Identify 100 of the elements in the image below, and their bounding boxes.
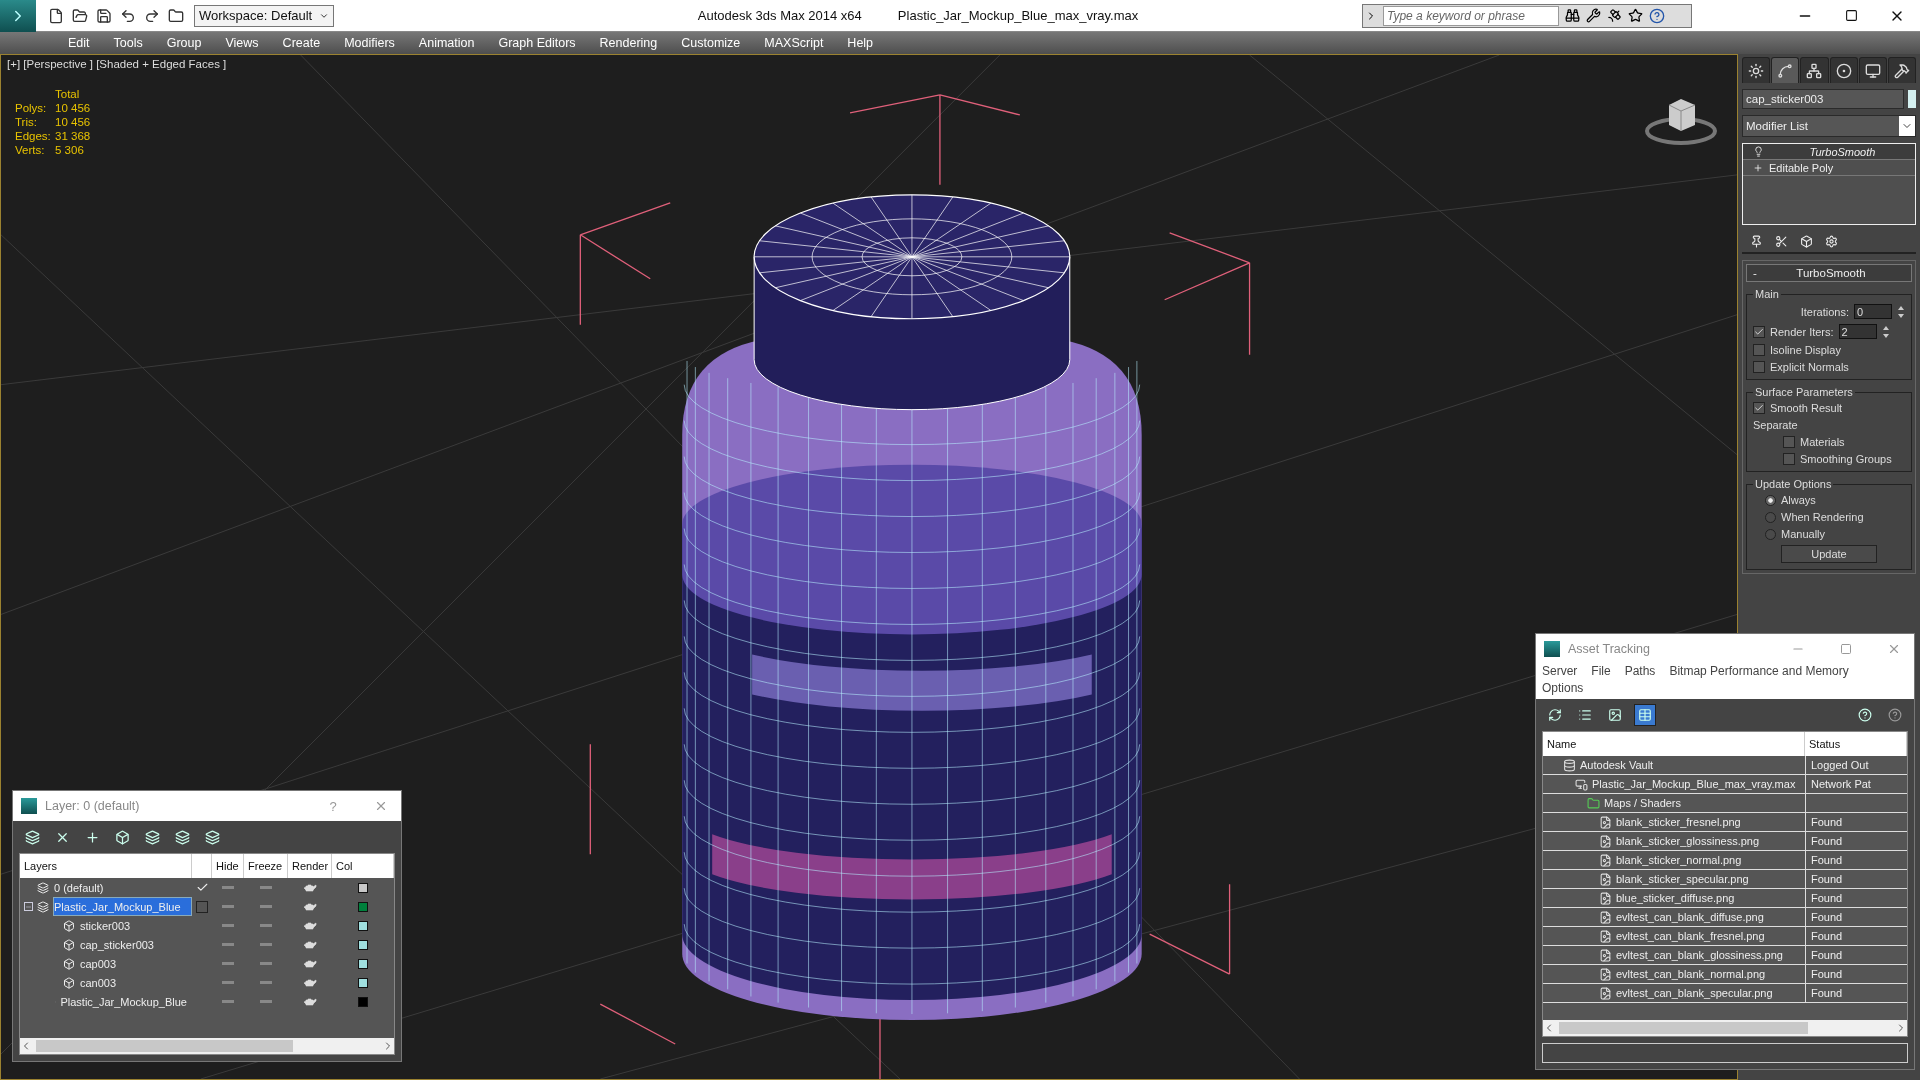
checkbox[interactable] <box>1783 436 1795 448</box>
plus-icon[interactable] <box>1753 162 1763 173</box>
menu-item[interactable]: Tools <box>101 36 155 50</box>
layer-color-swatch[interactable] <box>358 996 368 1007</box>
column-header[interactable]: Freeze <box>244 854 288 878</box>
checkbox[interactable] <box>1753 325 1765 338</box>
layer-item[interactable]: Plastic_Jar_Mockup_Blue <box>53 897 192 916</box>
save-icon[interactable] <box>96 7 112 24</box>
column-header[interactable]: Name <box>1543 732 1805 756</box>
layers-icon[interactable] <box>144 829 160 845</box>
checkbox[interactable] <box>196 900 208 913</box>
add-icon[interactable] <box>84 829 100 845</box>
teapot-icon[interactable] <box>303 958 317 969</box>
teapot-icon[interactable] <box>303 939 317 950</box>
stack-item[interactable]: Editable Poly <box>1743 160 1915 176</box>
spinner-arrows-icon[interactable] <box>1881 324 1890 339</box>
radio-button[interactable] <box>1765 494 1776 506</box>
spinner-arrows-icon[interactable] <box>1897 304 1905 319</box>
viewport-label[interactable]: [+] [Perspective ] [Shaded + Edged Faces ] <box>7 58 227 70</box>
menu-item[interactable]: Paths <box>1624 664 1656 678</box>
layer-color-swatch[interactable] <box>358 977 368 988</box>
checkbox[interactable] <box>1783 453 1795 465</box>
menu-item[interactable]: Create <box>270 36 333 50</box>
menu-item[interactable]: Help <box>835 36 886 50</box>
menu-item[interactable]: Server <box>1542 664 1578 678</box>
column-header[interactable]: Status <box>1805 732 1907 756</box>
scissors-icon[interactable] <box>1775 235 1788 248</box>
column-header[interactable]: Hide <box>212 854 244 878</box>
asset-name[interactable]: blank_sticker_fresnel.png <box>1616 816 1741 828</box>
teapot-icon[interactable] <box>303 920 317 931</box>
help-icon[interactable] <box>1649 7 1665 24</box>
radio-button[interactable] <box>1765 528 1776 540</box>
maximize-icon[interactable] <box>1844 9 1858 22</box>
redo-icon[interactable] <box>144 7 160 24</box>
asset-name[interactable]: blue_sticker_diffuse.png <box>1616 892 1735 904</box>
rollout-header[interactable]: - TurboSmooth <box>1746 264 1912 282</box>
menu-item[interactable]: Customize <box>669 36 753 50</box>
lightbulb-icon[interactable] <box>1753 146 1764 157</box>
star-icon[interactable] <box>1628 8 1643 23</box>
panel-tab[interactable] <box>1858 57 1887 83</box>
layers-icon[interactable] <box>204 829 220 845</box>
menu-item[interactable]: Views <box>213 36 271 50</box>
checkbox[interactable] <box>1753 361 1765 373</box>
hide-toggle[interactable] <box>222 924 234 927</box>
stack-item[interactable]: TurboSmooth <box>1743 144 1915 160</box>
update-button[interactable]: Update <box>1781 545 1877 563</box>
wrench-icon[interactable] <box>1586 8 1601 23</box>
menu-item[interactable]: Graph Editors <box>486 36 588 50</box>
hide-toggle[interactable] <box>222 981 234 984</box>
menu-item[interactable]: Options <box>1542 681 1584 695</box>
object-color-swatch[interactable] <box>1908 90 1916 108</box>
checkbox[interactable] <box>1753 344 1765 356</box>
panel-tab[interactable] <box>1887 57 1917 83</box>
teapot-icon[interactable] <box>303 977 317 988</box>
menu-item[interactable]: File <box>1591 664 1611 678</box>
freeze-toggle[interactable] <box>260 943 272 946</box>
layer-color-swatch[interactable] <box>358 939 368 950</box>
open-folder-icon[interactable] <box>72 7 88 24</box>
object-item[interactable]: can003 <box>79 973 122 992</box>
layer-item[interactable]: 0 (default) <box>53 878 109 897</box>
menu-item[interactable]: Edit <box>56 36 102 50</box>
teapot-icon[interactable] <box>303 901 317 912</box>
freeze-toggle[interactable] <box>260 886 272 889</box>
undo-icon[interactable] <box>120 7 136 24</box>
box-icon[interactable] <box>114 829 130 845</box>
layer-color-swatch[interactable] <box>358 920 368 931</box>
asset-name[interactable]: Autodesk Vault <box>1580 759 1654 771</box>
menu-item[interactable]: Rendering <box>587 36 670 50</box>
hide-toggle[interactable] <box>222 943 234 946</box>
object-item[interactable]: cap003 <box>79 954 122 973</box>
search-field[interactable]: Type a keyword or phrase <box>1383 5 1559 26</box>
spinner-field[interactable]: 2 <box>1838 324 1877 339</box>
satellite-icon[interactable] <box>1607 8 1622 23</box>
hide-toggle[interactable] <box>222 1000 234 1003</box>
layer-color-swatch[interactable] <box>358 901 368 912</box>
radio-button[interactable] <box>1765 511 1776 523</box>
column-header[interactable]: Render <box>288 854 332 878</box>
freeze-toggle[interactable] <box>260 924 272 927</box>
panel-tab[interactable] <box>1829 57 1858 83</box>
teapot-icon[interactable] <box>303 882 317 893</box>
collapse-icon[interactable] <box>24 902 33 911</box>
menu-item[interactable]: Modifiers <box>332 36 407 50</box>
hide-toggle[interactable] <box>222 905 234 908</box>
app-logo-button[interactable] <box>0 0 36 32</box>
view-button[interactable] <box>1634 704 1656 726</box>
pin-icon[interactable] <box>1750 235 1763 248</box>
workspace-dropdown[interactable]: Workspace: Default <box>194 4 334 27</box>
box-icon[interactable] <box>1800 235 1813 248</box>
menu-item[interactable]: Animation <box>406 36 487 50</box>
column-header[interactable]: Col <box>332 854 394 878</box>
checkbox[interactable] <box>1753 402 1765 414</box>
folder-icon[interactable] <box>168 7 184 24</box>
panel-tab[interactable] <box>1800 57 1829 83</box>
hide-toggle[interactable] <box>222 962 234 965</box>
modifier-list-dropdown[interactable]: Modifier List <box>1742 115 1916 137</box>
object-item[interactable]: Plastic_Jar_Mockup_Blue <box>59 992 192 1011</box>
panel-tab[interactable] <box>1771 57 1800 83</box>
teapot-icon[interactable] <box>303 996 317 1007</box>
hide-toggle[interactable] <box>222 886 234 889</box>
layer-color-swatch[interactable] <box>358 958 368 969</box>
